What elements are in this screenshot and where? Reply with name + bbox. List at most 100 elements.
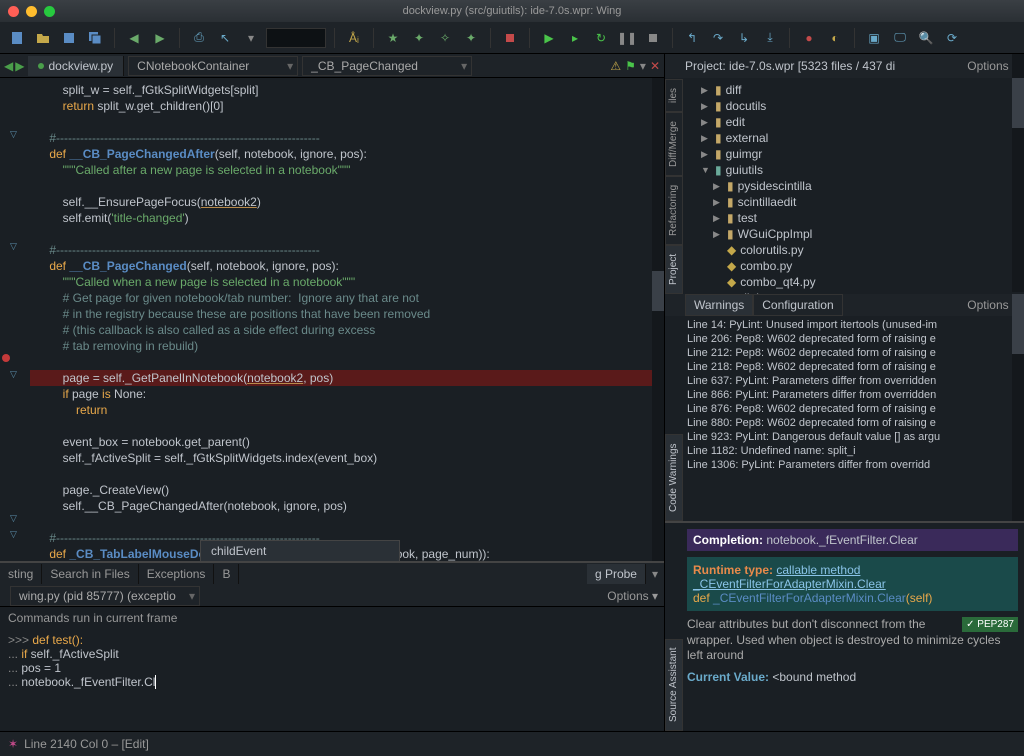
step-icon[interactable]: ⤓ bbox=[759, 27, 781, 49]
warning-item[interactable]: Line 1182: Undefined name: split_i bbox=[687, 444, 1020, 458]
save-icon[interactable] bbox=[58, 27, 80, 49]
toolbar-search-input[interactable] bbox=[266, 28, 326, 48]
monitor-icon[interactable]: 🖵 bbox=[889, 27, 911, 49]
breakpoint-cond-icon[interactable]: ◐ bbox=[824, 27, 846, 49]
tree-item[interactable]: ▶▮WGuiCppImpl bbox=[685, 226, 1024, 242]
close-tab-icon[interactable]: ✕ bbox=[650, 59, 660, 73]
vtab-project[interactable]: Project bbox=[665, 245, 683, 294]
step-into-icon[interactable]: ↳ bbox=[733, 27, 755, 49]
bottom-tab[interactable]: Search in Files bbox=[42, 564, 138, 584]
warnings-list[interactable]: Line 14: PyLint: Unused import itertools… bbox=[665, 316, 1024, 474]
nav-fwd-icon[interactable]: ▶ bbox=[15, 59, 24, 73]
autocomplete-popup[interactable]: childEvent children Clear connectNotify … bbox=[200, 540, 400, 561]
class-selector[interactable]: CNotebookContainer bbox=[128, 56, 298, 76]
bottom-tab-probe[interactable]: g Probe bbox=[587, 564, 646, 584]
vtab-warnings[interactable]: Code Warnings bbox=[665, 434, 683, 521]
warning-item[interactable]: Line 1306: PyLint: Parameters differ fro… bbox=[687, 458, 1020, 472]
maximize-window-icon[interactable] bbox=[44, 6, 55, 17]
menu-icon[interactable]: ▾ bbox=[640, 59, 646, 73]
warning-item[interactable]: Line 876: Pep8: W602 deprecated form of … bbox=[687, 402, 1020, 416]
warning-item[interactable]: Line 14: PyLint: Unused import itertools… bbox=[687, 318, 1020, 332]
bookmark-list-icon[interactable]: ✦ bbox=[460, 27, 482, 49]
config-tab[interactable]: Configuration bbox=[753, 294, 842, 316]
method-selector[interactable]: _CB_PageChanged bbox=[302, 56, 472, 76]
tree-item[interactable]: ▶▮guimgr bbox=[685, 146, 1024, 162]
tree-item[interactable]: ▶▮diff bbox=[685, 82, 1024, 98]
stop-debug-icon[interactable] bbox=[642, 27, 664, 49]
new-file-icon[interactable] bbox=[6, 27, 28, 49]
tree-item[interactable]: ◆combo.py bbox=[685, 258, 1024, 274]
dropdown-icon[interactable]: ▾ bbox=[240, 27, 262, 49]
tree-item[interactable]: ▶▮docutils bbox=[685, 98, 1024, 114]
runtime-link[interactable]: _CEventFilterForAdapterMixin.Clear bbox=[693, 577, 886, 591]
tree-item[interactable]: ▶▮scintillaedit bbox=[685, 194, 1024, 210]
run-icon[interactable]: ▶ bbox=[538, 27, 560, 49]
step-out-icon[interactable]: ↰ bbox=[681, 27, 703, 49]
debug-console[interactable]: >>> def test(): ... if self._fActiveSpli… bbox=[0, 629, 664, 693]
bottom-options[interactable]: Options ▾ bbox=[607, 589, 658, 603]
project-tree[interactable]: ▶▮diff▶▮docutils▶▮edit▶▮external▶▮guimgr… bbox=[665, 78, 1024, 310]
bookmark-icon[interactable]: ★ bbox=[382, 27, 404, 49]
editor-scrollbar[interactable] bbox=[652, 78, 664, 561]
nav-back-icon[interactable]: ◀ bbox=[4, 59, 13, 73]
vtab-files[interactable]: iles bbox=[665, 79, 683, 112]
warning-item[interactable]: Line 218: Pep8: W602 deprecated form of … bbox=[687, 360, 1020, 374]
tree-item[interactable]: ▶▮edit bbox=[685, 114, 1024, 130]
warning-item[interactable]: Line 637: PyLint: Parameters differ from… bbox=[687, 374, 1020, 388]
tree-item[interactable]: ▼▮guiutils bbox=[685, 162, 1024, 178]
breakpoint-icon[interactable]: ● bbox=[798, 27, 820, 49]
warnings-tab[interactable]: Warnings bbox=[685, 294, 753, 316]
warning-item[interactable]: Line 923: PyLint: Dangerous default valu… bbox=[687, 430, 1020, 444]
step-over-icon[interactable]: ↷ bbox=[707, 27, 729, 49]
fold-icon[interactable]: ▽ bbox=[10, 238, 17, 254]
open-folder-icon[interactable] bbox=[32, 27, 54, 49]
minimize-window-icon[interactable] bbox=[26, 6, 37, 17]
file-tab[interactable]: dockview.py bbox=[28, 56, 124, 76]
vtab-refactoring[interactable]: Refactoring bbox=[665, 176, 683, 245]
ac-item[interactable]: childEvent bbox=[201, 541, 399, 561]
debug-continue-icon[interactable]: ▸ bbox=[564, 27, 586, 49]
back-icon[interactable]: ◀ bbox=[123, 27, 145, 49]
tree-scrollbar[interactable] bbox=[1012, 54, 1024, 292]
pause-icon[interactable]: ❚❚ bbox=[616, 27, 638, 49]
tree-item[interactable]: ▶▮pysidescintilla bbox=[685, 178, 1024, 194]
warnings-scrollbar[interactable] bbox=[1012, 294, 1024, 521]
fold-icon[interactable]: ▽ bbox=[10, 526, 17, 542]
tree-item[interactable]: ▶▮test bbox=[685, 210, 1024, 226]
fold-icon[interactable]: ▽ bbox=[10, 510, 17, 526]
tree-item[interactable]: ▶▮external bbox=[685, 130, 1024, 146]
vtab-source-assistant[interactable]: Source Assistant bbox=[665, 639, 683, 731]
save-all-icon[interactable] bbox=[84, 27, 106, 49]
process-selector[interactable]: wing.py (pid 85777) (exceptio bbox=[10, 586, 200, 606]
bottom-menu-icon[interactable]: ▾ bbox=[646, 567, 664, 581]
cursor-icon[interactable]: ↖ bbox=[214, 27, 236, 49]
warning-item[interactable]: Line 212: Pep8: W602 deprecated form of … bbox=[687, 346, 1020, 360]
code-editor[interactable]: ▽ ▽ ▽ ▽ ▽ split_w = self._fGtkSplitWidge… bbox=[0, 78, 664, 561]
stop-icon[interactable] bbox=[499, 27, 521, 49]
tree-item[interactable]: ◆colorutils.py bbox=[685, 242, 1024, 258]
symbol-icon[interactable]: Åᵢ bbox=[343, 27, 365, 49]
bookmark-next-icon[interactable]: ✧ bbox=[434, 27, 456, 49]
terminal-icon[interactable]: ▣ bbox=[863, 27, 885, 49]
project-options[interactable]: Options ▾ bbox=[967, 59, 1018, 73]
warning-item[interactable]: Line 880: Pep8: W602 deprecated form of … bbox=[687, 416, 1020, 430]
bookmark-prev-icon[interactable]: ✦ bbox=[408, 27, 430, 49]
breakpoint-marker-icon[interactable] bbox=[2, 354, 10, 362]
tree-item[interactable]: ◆combo_qt4.py bbox=[685, 274, 1024, 290]
flag-icon[interactable]: ⚑ bbox=[625, 59, 636, 73]
forward-icon[interactable]: ▶ bbox=[149, 27, 171, 49]
fold-icon[interactable]: ▽ bbox=[10, 366, 17, 382]
warning-icon[interactable]: ⚠ bbox=[610, 59, 621, 73]
restart-icon[interactable]: ↻ bbox=[590, 27, 612, 49]
search-icon[interactable]: 🔍 bbox=[915, 27, 937, 49]
vtab-diff[interactable]: Diff/Merge bbox=[665, 112, 683, 176]
bug-icon[interactable]: ✶ bbox=[8, 737, 18, 751]
warning-item[interactable]: Line 206: Pep8: W602 deprecated form of … bbox=[687, 332, 1020, 346]
runtime-link[interactable]: callable method bbox=[776, 563, 860, 577]
refresh-icon[interactable]: ⟳ bbox=[941, 27, 963, 49]
goto-icon[interactable]: ⎙ bbox=[188, 27, 210, 49]
bottom-tab[interactable]: sting bbox=[0, 564, 42, 584]
bottom-tab[interactable]: Exceptions bbox=[139, 564, 215, 584]
close-window-icon[interactable] bbox=[8, 6, 19, 17]
warning-item[interactable]: Line 866: PyLint: Parameters differ from… bbox=[687, 388, 1020, 402]
